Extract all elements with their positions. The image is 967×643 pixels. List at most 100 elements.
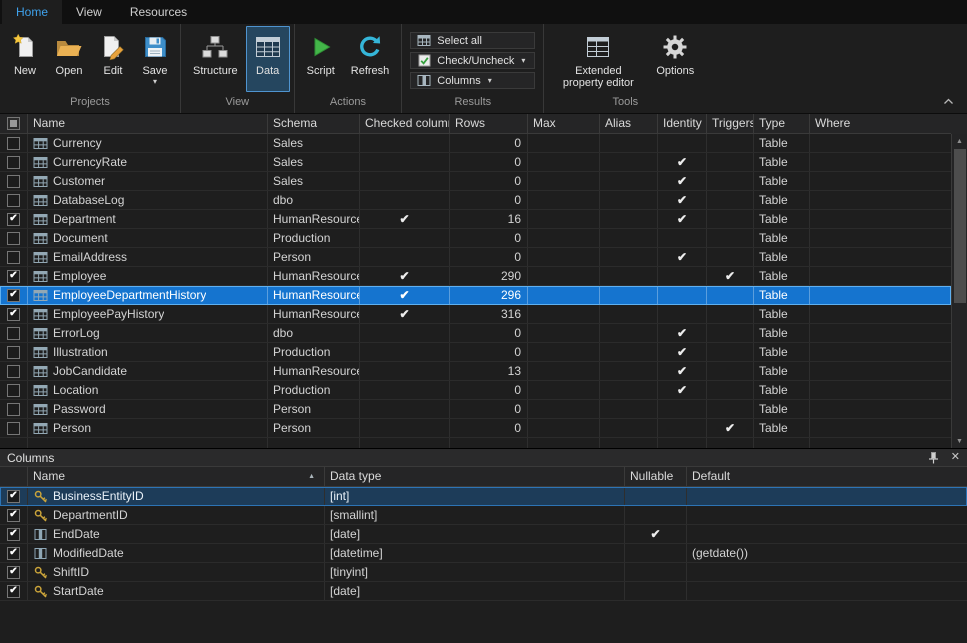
col-header-rows[interactable]: Rows (450, 114, 528, 133)
column-row[interactable]: ✔ShiftID[tinyint] (0, 563, 967, 582)
cell-text: Person (53, 419, 91, 437)
table-row[interactable]: ErrorLogdbo0✔Table (0, 324, 951, 343)
row-checkbox[interactable] (7, 422, 20, 435)
row-checkbox[interactable]: ✔ (7, 270, 20, 283)
row-checkbox[interactable]: ✔ (7, 490, 20, 503)
row-checkbox[interactable] (7, 403, 20, 416)
checked-columns-cell (360, 343, 450, 361)
checked-columns-cell (360, 381, 450, 399)
col-header-alias[interactable]: Alias (600, 114, 658, 133)
col-header-where[interactable]: Where (810, 114, 951, 133)
nullable-cell (625, 506, 687, 524)
col-header-name[interactable]: Name (28, 114, 268, 133)
extended-property-editor-button[interactable]: Extended property editor (548, 26, 648, 92)
table-row[interactable]: DatabaseLogdbo0✔Table (0, 191, 951, 210)
row-checkbox[interactable] (7, 175, 20, 188)
table-row[interactable]: CurrencySales0Table (0, 134, 951, 153)
col-header-identity[interactable]: Identity (658, 114, 707, 133)
row-checkbox[interactable] (7, 137, 20, 150)
col-header-column-name[interactable]: Name ▲ (28, 467, 325, 486)
row-checkbox[interactable]: ✔ (7, 528, 20, 541)
row-checkbox[interactable] (7, 156, 20, 169)
col-header-triggers[interactable]: Triggers (707, 114, 754, 133)
row-checkbox[interactable]: ✔ (7, 308, 20, 321)
table-row[interactable]: CustomerSales0✔Table (0, 172, 951, 191)
tab-home[interactable]: Home (2, 0, 62, 24)
columns-button[interactable]: Columns ▾ (410, 72, 535, 89)
max-cell (528, 286, 600, 304)
edit-button[interactable]: Edit (92, 26, 134, 92)
collapse-ribbon-button[interactable] (939, 94, 957, 108)
row-checkbox[interactable]: ✔ (7, 289, 20, 302)
row-checkbox[interactable] (7, 365, 20, 378)
table-row[interactable]: EmailAddressPerson0✔Table (0, 248, 951, 267)
open-button[interactable]: Open (46, 26, 92, 92)
row-checkbox[interactable]: ✔ (7, 547, 20, 560)
check-uncheck-button[interactable]: Check/Uncheck ▾ (410, 52, 535, 69)
select-all-checkbox[interactable] (7, 117, 20, 130)
script-button[interactable]: Script (299, 26, 343, 92)
scroll-thumb[interactable] (954, 149, 966, 303)
column-row[interactable]: ✔BusinessEntityID[int] (0, 487, 967, 506)
close-icon[interactable]: ✕ (951, 452, 960, 463)
table-row[interactable]: CurrencyRateSales0✔Table (0, 153, 951, 172)
col-header-nullable[interactable]: Nullable (625, 467, 687, 486)
select-all-header-cell[interactable] (0, 114, 28, 133)
table-row[interactable]: LocationProduction0✔Table (0, 381, 951, 400)
col-header-type[interactable]: Type (754, 114, 810, 133)
col-header-schema[interactable]: Schema (268, 114, 360, 133)
row-checkbox[interactable] (7, 251, 20, 264)
table-row[interactable]: ✔EmployeeHumanResources✔290✔Table (0, 267, 951, 286)
vertical-scrollbar[interactable]: ▲ ▼ (951, 134, 967, 448)
save-button[interactable]: Save ▾ (134, 26, 176, 92)
column-row[interactable]: ✔ModifiedDate[datetime](getdate()) (0, 544, 967, 563)
column-row[interactable]: ✔EndDate[date]✔ (0, 525, 967, 544)
row-checkbox[interactable] (7, 346, 20, 359)
col-header-checked-columns[interactable]: Checked columns (360, 114, 450, 133)
pin-icon[interactable] (928, 452, 939, 464)
column-name-cell: StartDate (28, 582, 325, 600)
row-select-cell (0, 153, 28, 171)
row-checkbox[interactable]: ✔ (7, 509, 20, 522)
row-checkbox[interactable]: ✔ (7, 566, 20, 579)
structure-button[interactable]: Structure (185, 26, 246, 92)
scroll-up-arrow[interactable]: ▲ (952, 134, 967, 148)
table-row[interactable]: JobCandidateHumanResources13✔Table (0, 362, 951, 381)
row-checkbox[interactable] (7, 232, 20, 245)
select-all-button[interactable]: Select all (410, 32, 535, 49)
row-checkbox[interactable]: ✔ (7, 585, 20, 598)
table-row[interactable]: ✔DepartmentHumanResources✔16✔Table (0, 210, 951, 229)
col-header-max[interactable]: Max (528, 114, 600, 133)
empty-cell (28, 438, 268, 448)
table-row[interactable]: PasswordPerson0Table (0, 400, 951, 419)
column-row[interactable]: ✔DepartmentID[smallint] (0, 506, 967, 525)
data-button-label: Data (256, 65, 279, 77)
scroll-down-arrow[interactable]: ▼ (952, 434, 967, 448)
col-header-data-type[interactable]: Data type (325, 467, 625, 486)
tab-view[interactable]: View (62, 0, 116, 24)
row-checkbox[interactable] (7, 194, 20, 207)
empty-cell (0, 438, 28, 448)
table-row[interactable]: ✔EmployeePayHistoryHumanResources✔316Tab… (0, 305, 951, 324)
data-button[interactable]: Data (246, 26, 290, 92)
table-name-cell: Location (28, 381, 268, 399)
column-row[interactable]: ✔StartDate[date] (0, 582, 967, 601)
triggers-cell: ✔ (707, 419, 754, 437)
row-checkbox[interactable] (7, 327, 20, 340)
new-button[interactable]: New (4, 26, 46, 92)
refresh-button[interactable]: Refresh (343, 26, 398, 92)
col-header-default[interactable]: Default (687, 467, 967, 486)
triggers-cell (707, 153, 754, 171)
row-checkbox[interactable] (7, 384, 20, 397)
row-checkbox[interactable]: ✔ (7, 213, 20, 226)
table-row[interactable]: ✔EmployeeDepartmentHistoryHumanResources… (0, 286, 951, 305)
table-icon (33, 327, 48, 340)
new-button-label: New (14, 65, 36, 77)
table-row[interactable]: PersonPerson0✔Table (0, 419, 951, 438)
table-row[interactable]: DocumentProduction0Table (0, 229, 951, 248)
tab-resources[interactable]: Resources (116, 0, 201, 24)
options-button[interactable]: Options (648, 26, 702, 92)
table-icon (33, 384, 48, 397)
table-row[interactable]: IllustrationProduction0✔Table (0, 343, 951, 362)
alias-cell (600, 305, 658, 323)
